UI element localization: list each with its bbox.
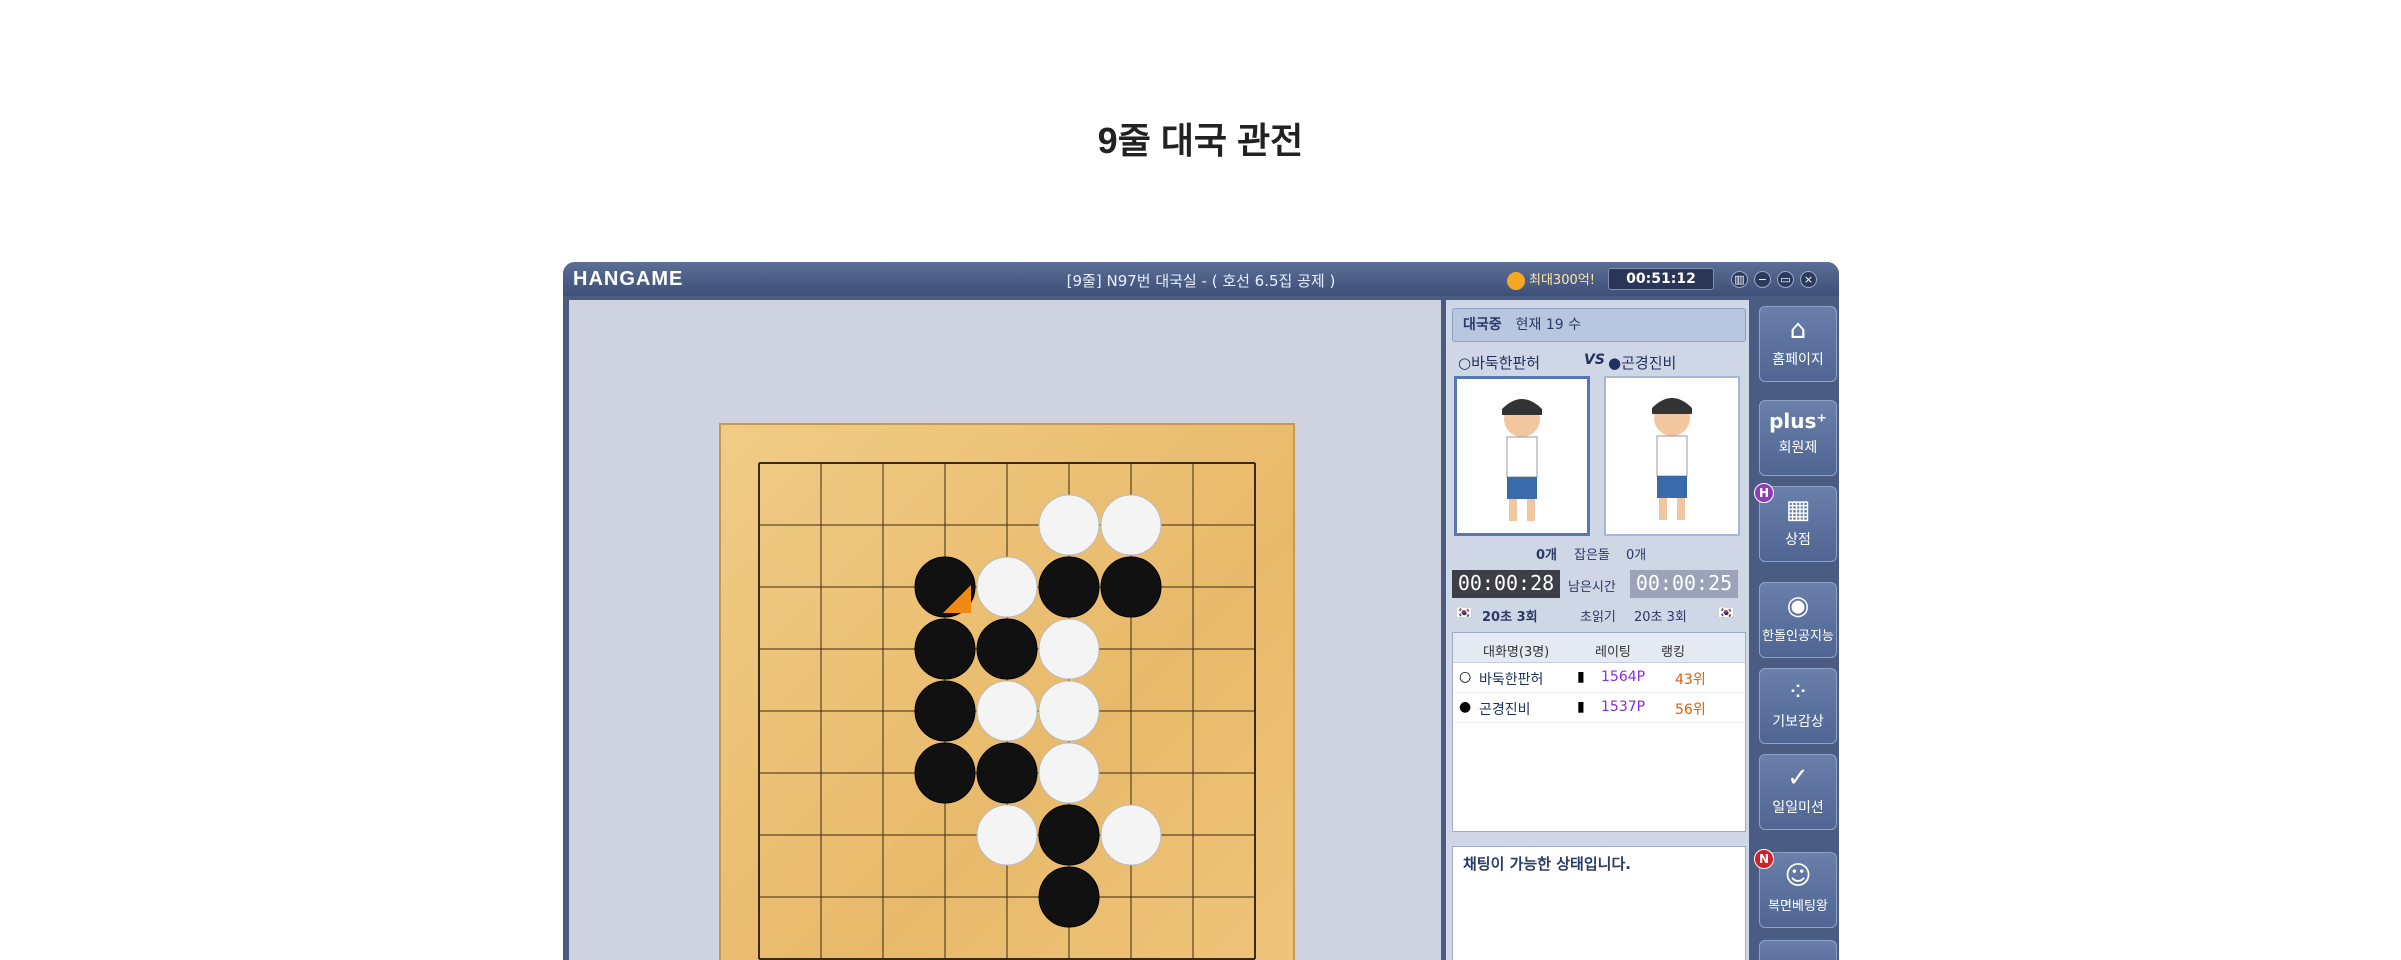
crown-icon <box>1507 271 1525 290</box>
black-stone[interactable] <box>914 680 976 742</box>
board-area <box>569 300 1441 960</box>
title-bar: HANGAME [9줄] N97번 대국실 - ( 호선 6.5집 공제 ) 최… <box>563 262 1839 296</box>
side-menu: ⌂ 홈페이지 plus⁺ 회원제 H ▦ 상점 ◉ 한돌인공지능 ⁘ 기보감상 ✓ 일일미션 … <box>1753 300 1839 960</box>
black-stone[interactable] <box>1038 866 1100 928</box>
white-stone[interactable] <box>1038 494 1100 556</box>
mobile-icon: ▮ <box>1577 669 1585 685</box>
white-stone[interactable] <box>976 556 1038 618</box>
korea-flag-icon: 🇰🇷 <box>1718 606 1735 621</box>
korea-flag-icon: 🇰🇷 <box>1456 606 1473 621</box>
captured-label: 잡은돌 <box>1574 548 1610 563</box>
maximize-button[interactable]: ▭ <box>1777 271 1794 288</box>
white-player-label: ○바둑한판허 <box>1458 354 1541 372</box>
col-name[interactable]: 대화명(3명) <box>1483 641 1549 660</box>
black-player-name: 곤경진비 <box>1621 354 1677 372</box>
chat-status-message: 채팅이 가능한 상태입니다. <box>1463 855 1631 873</box>
black-stone[interactable] <box>1038 556 1100 618</box>
user-row[interactable]: ○ 바둑한판허 ▮ 1564P 43위 <box>1453 663 1745 693</box>
black-stone[interactable] <box>914 742 976 804</box>
home-icon: ⌂ <box>1789 315 1807 345</box>
avatar-image <box>1502 399 1542 521</box>
user-list-header: 대화명(3명) 레이팅 랭킹 <box>1453 633 1745 663</box>
col-rating[interactable]: 레이팅 <box>1595 641 1631 660</box>
black-stone-icon: ● <box>1459 699 1472 715</box>
white-player-avatar[interactable] <box>1454 376 1590 536</box>
record-icon: ⁘ <box>1787 677 1809 707</box>
page-title: 9줄 대국 관전 <box>1097 120 1304 161</box>
minimize-button[interactable]: − <box>1754 271 1771 288</box>
game-record-button[interactable]: ⁘ 기보감상 <box>1759 668 1837 744</box>
black-player-label: ●곤경진비 <box>1608 354 1677 372</box>
go-board[interactable] <box>719 423 1295 960</box>
promo-text: 최대300억! <box>1529 273 1595 288</box>
user-rating: 1564P <box>1601 669 1646 685</box>
white-stone[interactable] <box>1038 680 1100 742</box>
byoyomi-label: 초읽기 <box>1580 610 1616 625</box>
black-stone[interactable] <box>976 742 1038 804</box>
game-state: 대국중 <box>1463 317 1502 333</box>
avatar-image <box>1652 398 1692 520</box>
white-captured: 0개 <box>1536 548 1558 563</box>
hot-badge: H <box>1754 483 1774 503</box>
black-captured: 0개 <box>1626 548 1647 563</box>
side-panel: 대국중 현재 19 수 ○바둑한판허 VS ●곤경진비 0개 잡은돌 0개 00:… <box>1446 300 1749 960</box>
white-stone-icon: ○ <box>1459 669 1472 685</box>
membership-button[interactable]: plus⁺ 회원제 <box>1759 400 1837 476</box>
elapsed-clock: 00:51:12 <box>1608 268 1714 290</box>
col-rank[interactable]: 랭킹 <box>1661 641 1685 660</box>
user-name: 바둑한판허 <box>1479 672 1544 688</box>
ai-button[interactable]: ◉ 한돌인공지능 <box>1759 582 1837 658</box>
user-rank: 43위 <box>1675 672 1706 688</box>
white-stone[interactable] <box>1100 494 1162 556</box>
chat-window[interactable]: 채팅이 가능한 상태입니다. <box>1452 846 1746 960</box>
white-time-left: 00:00:28 <box>1452 570 1560 598</box>
black-player-avatar[interactable] <box>1604 376 1740 536</box>
black-stone[interactable] <box>914 618 976 680</box>
user-name: 곤경진비 <box>1479 702 1531 718</box>
move-count: 현재 19 수 <box>1515 317 1581 333</box>
more-menu-button[interactable] <box>1759 940 1837 960</box>
black-time-left: 00:00:25 <box>1630 570 1738 598</box>
time-label: 남은시간 <box>1568 580 1616 595</box>
white-player-name: 바둑한판허 <box>1471 354 1541 372</box>
close-button[interactable]: × <box>1800 271 1817 288</box>
mobile-icon: ▮ <box>1577 699 1585 715</box>
calendar-check-icon: ✓ <box>1787 763 1809 793</box>
white-stone[interactable] <box>976 680 1038 742</box>
white-stone[interactable] <box>1100 804 1162 866</box>
user-rank: 56위 <box>1675 702 1706 718</box>
game-window: HANGAME [9줄] N97번 대국실 - ( 호선 6.5집 공제 ) 최… <box>563 262 1839 960</box>
menu-window-button[interactable]: ▥ <box>1731 271 1748 288</box>
masked-betting-button[interactable]: N ☺ 복면베팅왕 <box>1754 849 1837 928</box>
white-stone[interactable] <box>1038 742 1100 804</box>
black-stone[interactable] <box>976 618 1038 680</box>
user-list: 대화명(3명) 레이팅 랭킹 ○ 바둑한판허 ▮ 1564P 43위 ● 곤경진… <box>1452 632 1746 832</box>
vs-label: VS <box>1584 352 1605 368</box>
board-grid[interactable] <box>721 425 1293 960</box>
black-byoyomi: 20초 3회 <box>1634 610 1687 625</box>
black-stone[interactable] <box>1038 804 1100 866</box>
white-stone[interactable] <box>1038 618 1100 680</box>
plus-icon: plus⁺ <box>1769 409 1827 433</box>
new-badge: N <box>1754 849 1774 869</box>
promo-banner[interactable]: 최대300억! <box>1507 269 1595 290</box>
white-stone[interactable] <box>976 804 1038 866</box>
white-byoyomi: 20초 3회 <box>1482 610 1538 625</box>
homepage-button[interactable]: ⌂ 홈페이지 <box>1759 306 1837 382</box>
robot-icon: ◉ <box>1786 591 1810 621</box>
daily-mission-button[interactable]: ✓ 일일미션 <box>1759 754 1837 830</box>
game-status: 대국중 현재 19 수 <box>1452 308 1746 342</box>
black-stone[interactable] <box>1100 556 1162 618</box>
user-rating: 1537P <box>1601 699 1646 715</box>
shop-button[interactable]: H ▦ 상점 <box>1754 483 1837 562</box>
user-row[interactable]: ● 곤경진비 ▮ 1537P 56위 <box>1453 693 1745 723</box>
